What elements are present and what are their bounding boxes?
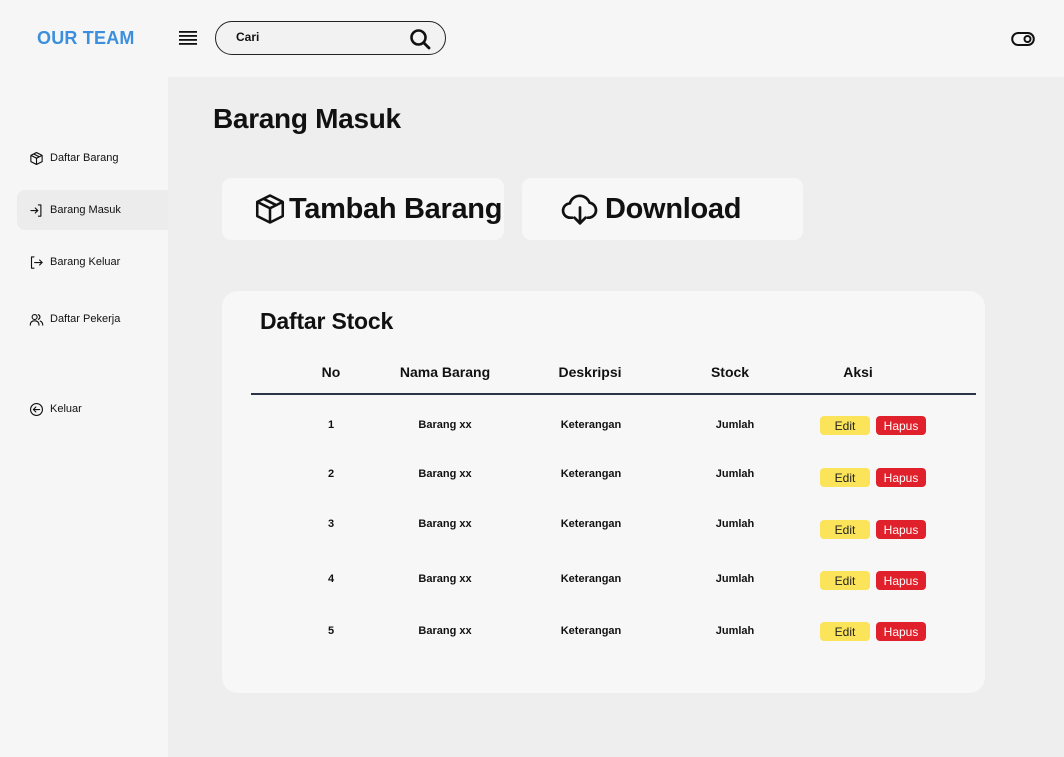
delete-button[interactable]: Hapus (876, 416, 926, 435)
column-header-name: Nama Barang (399, 364, 491, 380)
sidebar-item-label: Daftar Pekerja (50, 313, 121, 325)
edit-button[interactable]: Edit (820, 571, 870, 590)
stock-table-title: Daftar Stock (260, 308, 394, 334)
arrow-left-circle-icon (30, 402, 43, 416)
cell-stock: Jumlah (715, 468, 755, 480)
sidebar-item-label: Barang Keluar (50, 256, 121, 268)
table-header-divider (251, 393, 976, 395)
cell-stock: Jumlah (715, 573, 755, 585)
cell-description: Keterangan (560, 518, 622, 530)
toggle-icon[interactable] (1011, 30, 1035, 48)
main-content: Barang Masuk Tambah Barang Download Daft… (168, 77, 1064, 757)
users-icon (29, 313, 44, 326)
cell-stock: Jumlah (715, 518, 755, 530)
cell-stock: Jumlah (715, 625, 755, 637)
cell-description: Keterangan (560, 625, 622, 637)
edit-button[interactable]: Edit (820, 622, 870, 641)
stock-table-card: Daftar Stock No Nama Barang Deskripsi St… (222, 291, 985, 693)
sidebar-item-label: Keluar (50, 403, 82, 415)
cell-description: Keterangan (560, 468, 622, 480)
edit-button[interactable]: Edit (820, 520, 870, 539)
cell-description: Keterangan (560, 419, 622, 431)
delete-button[interactable]: Hapus (876, 520, 926, 539)
download-button[interactable]: Download (522, 178, 803, 240)
cell-name: Barang xx (418, 419, 472, 431)
cell-name: Barang xx (418, 518, 472, 530)
column-header-stock: Stock (710, 364, 750, 380)
brand-logo[interactable]: OUR TEAM (37, 28, 135, 49)
sidebar-item-barang-masuk[interactable]: Barang Masuk (17, 190, 168, 230)
sidebar-item-label: Barang Masuk (50, 204, 121, 216)
edit-button[interactable]: Edit (820, 416, 870, 435)
add-item-label: Tambah Barang (289, 192, 503, 225)
log-out-icon (30, 255, 43, 269)
sidebar-item-daftar-barang[interactable]: Daftar Barang (17, 138, 168, 178)
cell-name: Barang xx (418, 468, 472, 480)
cell-name: Barang xx (418, 625, 472, 637)
delete-button[interactable]: Hapus (876, 468, 926, 487)
delete-button[interactable]: Hapus (876, 622, 926, 641)
cell-description: Keterangan (560, 573, 622, 585)
cell-name: Barang xx (418, 573, 472, 585)
top-bar: OUR TEAM (0, 0, 1064, 77)
sidebar-item-barang-keluar[interactable]: Barang Keluar (17, 242, 168, 282)
cell-no: 1 (327, 419, 335, 431)
sidebar-item-label: Daftar Barang (50, 152, 119, 164)
column-header-description: Deskripsi (558, 364, 622, 380)
column-header-no: No (321, 364, 341, 380)
cell-no: 5 (327, 625, 335, 637)
add-item-button[interactable]: Tambah Barang (222, 178, 504, 240)
download-label: Download (605, 192, 742, 225)
search-bar (215, 21, 446, 55)
sidebar-item-keluar[interactable]: Keluar (17, 389, 168, 429)
hamburger-menu-icon[interactable] (179, 31, 197, 45)
cell-no: 2 (327, 468, 335, 480)
sidebar-item-daftar-pekerja[interactable]: Daftar Pekerja (17, 299, 168, 339)
column-header-actions: Aksi (843, 364, 873, 380)
box-icon (30, 151, 43, 165)
cloud-download-icon (561, 194, 598, 225)
box-icon (255, 194, 285, 224)
sidebar: Daftar Barang Barang Masuk Barang Keluar… (0, 77, 168, 757)
cell-no: 3 (327, 518, 335, 530)
search-icon[interactable] (408, 27, 432, 51)
delete-button[interactable]: Hapus (876, 571, 926, 590)
edit-button[interactable]: Edit (820, 468, 870, 487)
log-in-icon (30, 203, 42, 217)
page-title: Barang Masuk (213, 103, 401, 134)
cell-stock: Jumlah (715, 419, 755, 431)
search-input[interactable] (236, 30, 406, 44)
cell-no: 4 (327, 573, 335, 585)
